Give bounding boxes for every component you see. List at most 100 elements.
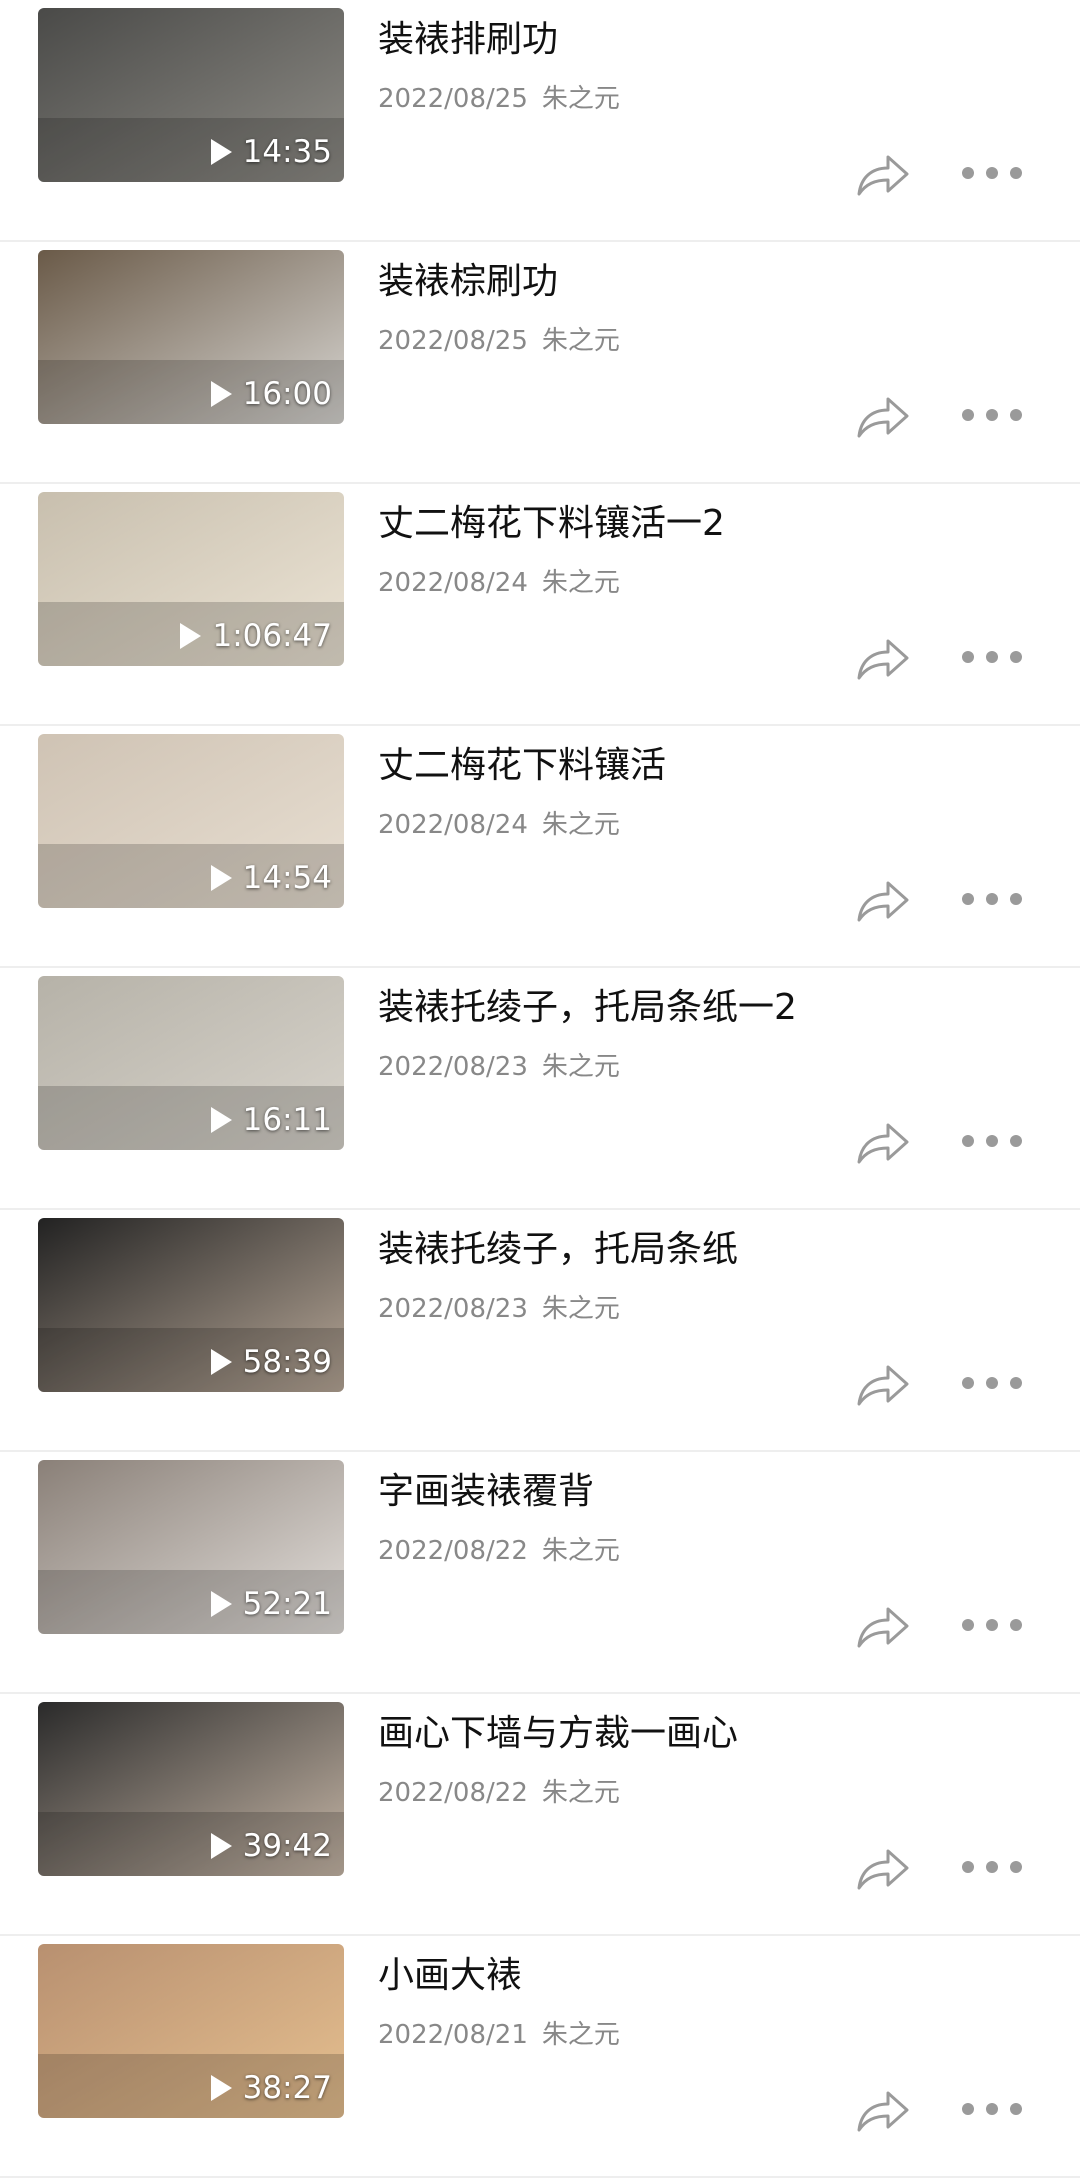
video-title[interactable]: 画心下墙与方裁一画心 (378, 1704, 738, 1756)
play-icon (210, 865, 232, 891)
more-icon[interactable] (962, 2094, 1022, 2124)
play-icon (180, 623, 202, 649)
video-date: 2022/08/24 (378, 810, 528, 840)
more-dot (962, 651, 974, 663)
video-thumbnail[interactable]: 38:27 (38, 1944, 344, 2118)
share-icon[interactable] (855, 632, 911, 682)
video-meta: 2022/08/21 朱之元 (378, 2014, 620, 2051)
video-thumbnail[interactable]: 14:54 (38, 734, 344, 908)
video-duration: 16:00 (242, 376, 332, 412)
play-icon (210, 1591, 232, 1617)
video-title[interactable]: 丈二梅花下料镶活一2 (378, 494, 725, 546)
video-meta: 2022/08/23 朱之元 (378, 1288, 620, 1325)
share-icon[interactable] (855, 1600, 911, 1650)
more-icon[interactable] (962, 1368, 1022, 1398)
more-dot (1010, 167, 1022, 179)
video-author: 朱之元 (541, 326, 620, 356)
share-icon[interactable] (855, 1358, 911, 1408)
video-thumbnail[interactable]: 39:42 (38, 1702, 344, 1876)
video-item[interactable]: 52:21 字画装裱覆背 2022/08/22 朱之元 (0, 1452, 1080, 1694)
video-thumbnail[interactable]: 1:06:47 (38, 492, 344, 666)
video-item[interactable]: 16:00 装裱棕刷功 2022/08/25 朱之元 (0, 242, 1080, 484)
video-date: 2022/08/23 (378, 1052, 528, 1082)
play-icon (210, 139, 232, 165)
more-dot (986, 651, 998, 663)
share-icon[interactable] (855, 148, 911, 198)
more-dot (962, 2103, 974, 2115)
share-icon[interactable] (855, 390, 911, 440)
more-dot (962, 1619, 974, 1631)
video-thumbnail[interactable]: 58:39 (38, 1218, 344, 1392)
video-author: 朱之元 (541, 810, 620, 840)
video-title[interactable]: 小画大裱 (378, 1946, 522, 1998)
video-duration: 16:11 (242, 1102, 332, 1138)
duration-badge: 14:35 (209, 134, 332, 170)
video-duration: 14:54 (242, 860, 332, 896)
video-title[interactable]: 装裱棕刷功 (378, 252, 558, 304)
more-dot (1010, 1861, 1022, 1873)
more-icon[interactable] (962, 884, 1022, 914)
video-title[interactable]: 装裱排刷功 (378, 10, 558, 62)
video-duration: 58:39 (242, 1344, 332, 1380)
duration-badge: 1:06:47 (178, 618, 332, 654)
more-dot (1010, 1135, 1022, 1147)
share-icon[interactable] (855, 2084, 911, 2134)
more-dot (962, 167, 974, 179)
duration-badge: 16:11 (209, 1102, 332, 1138)
more-icon[interactable] (962, 1852, 1022, 1882)
more-dot (986, 1377, 998, 1389)
video-item[interactable]: 58:39 装裱托绫子，托局条纸 2022/08/23 朱之元 (0, 1210, 1080, 1452)
video-list: 14:35 装裱排刷功 2022/08/25 朱之元 16:00 装裱棕刷功 2… (0, 0, 1080, 2178)
more-dot (962, 409, 974, 421)
share-icon[interactable] (855, 874, 911, 924)
video-item[interactable]: 39:42 画心下墙与方裁一画心 2022/08/22 朱之元 (0, 1694, 1080, 1936)
more-icon[interactable] (962, 400, 1022, 430)
more-dot (1010, 2103, 1022, 2115)
video-author: 朱之元 (541, 1294, 620, 1324)
video-title[interactable]: 装裱托绫子，托局条纸 (378, 1220, 738, 1272)
video-item[interactable]: 1:06:47 丈二梅花下料镶活一2 2022/08/24 朱之元 (0, 484, 1080, 726)
play-icon (210, 381, 232, 407)
video-meta: 2022/08/25 朱之元 (378, 320, 620, 357)
video-thumbnail[interactable]: 52:21 (38, 1460, 344, 1634)
video-duration: 39:42 (242, 1828, 332, 1864)
more-dot (962, 893, 974, 905)
video-date: 2022/08/21 (378, 2020, 528, 2050)
video-duration: 14:35 (242, 134, 332, 170)
more-dot (986, 409, 998, 421)
video-duration: 38:27 (242, 2070, 332, 2106)
duration-badge: 16:00 (209, 376, 332, 412)
video-item[interactable]: 16:11 装裱托绫子，托局条纸一2 2022/08/23 朱之元 (0, 968, 1080, 1210)
more-dot (986, 1135, 998, 1147)
video-item[interactable]: 14:35 装裱排刷功 2022/08/25 朱之元 (0, 0, 1080, 242)
video-meta: 2022/08/24 朱之元 (378, 804, 620, 841)
more-icon[interactable] (962, 1610, 1022, 1640)
video-date: 2022/08/25 (378, 326, 528, 356)
more-dot (1010, 1377, 1022, 1389)
video-item[interactable]: 38:27 小画大裱 2022/08/21 朱之元 (0, 1936, 1080, 2178)
video-item[interactable]: 14:54 丈二梅花下料镶活 2022/08/24 朱之元 (0, 726, 1080, 968)
duration-badge: 38:27 (209, 2070, 332, 2106)
video-meta: 2022/08/23 朱之元 (378, 1046, 620, 1083)
video-thumbnail[interactable]: 14:35 (38, 8, 344, 182)
more-icon[interactable] (962, 1126, 1022, 1156)
video-meta: 2022/08/22 朱之元 (378, 1772, 620, 1809)
video-author: 朱之元 (541, 1778, 620, 1808)
video-date: 2022/08/22 (378, 1778, 528, 1808)
video-thumbnail[interactable]: 16:11 (38, 976, 344, 1150)
video-title[interactable]: 丈二梅花下料镶活 (378, 736, 666, 788)
video-date: 2022/08/23 (378, 1294, 528, 1324)
more-icon[interactable] (962, 158, 1022, 188)
video-thumbnail[interactable]: 16:00 (38, 250, 344, 424)
video-title[interactable]: 装裱托绫子，托局条纸一2 (378, 978, 797, 1030)
duration-badge: 58:39 (209, 1344, 332, 1380)
video-author: 朱之元 (541, 2020, 620, 2050)
more-dot (986, 2103, 998, 2115)
video-meta: 2022/08/24 朱之元 (378, 562, 620, 599)
video-title[interactable]: 字画装裱覆背 (378, 1462, 594, 1514)
share-icon[interactable] (855, 1116, 911, 1166)
share-icon[interactable] (855, 1842, 911, 1892)
more-icon[interactable] (962, 642, 1022, 672)
more-dot (986, 1861, 998, 1873)
duration-badge: 39:42 (209, 1828, 332, 1864)
